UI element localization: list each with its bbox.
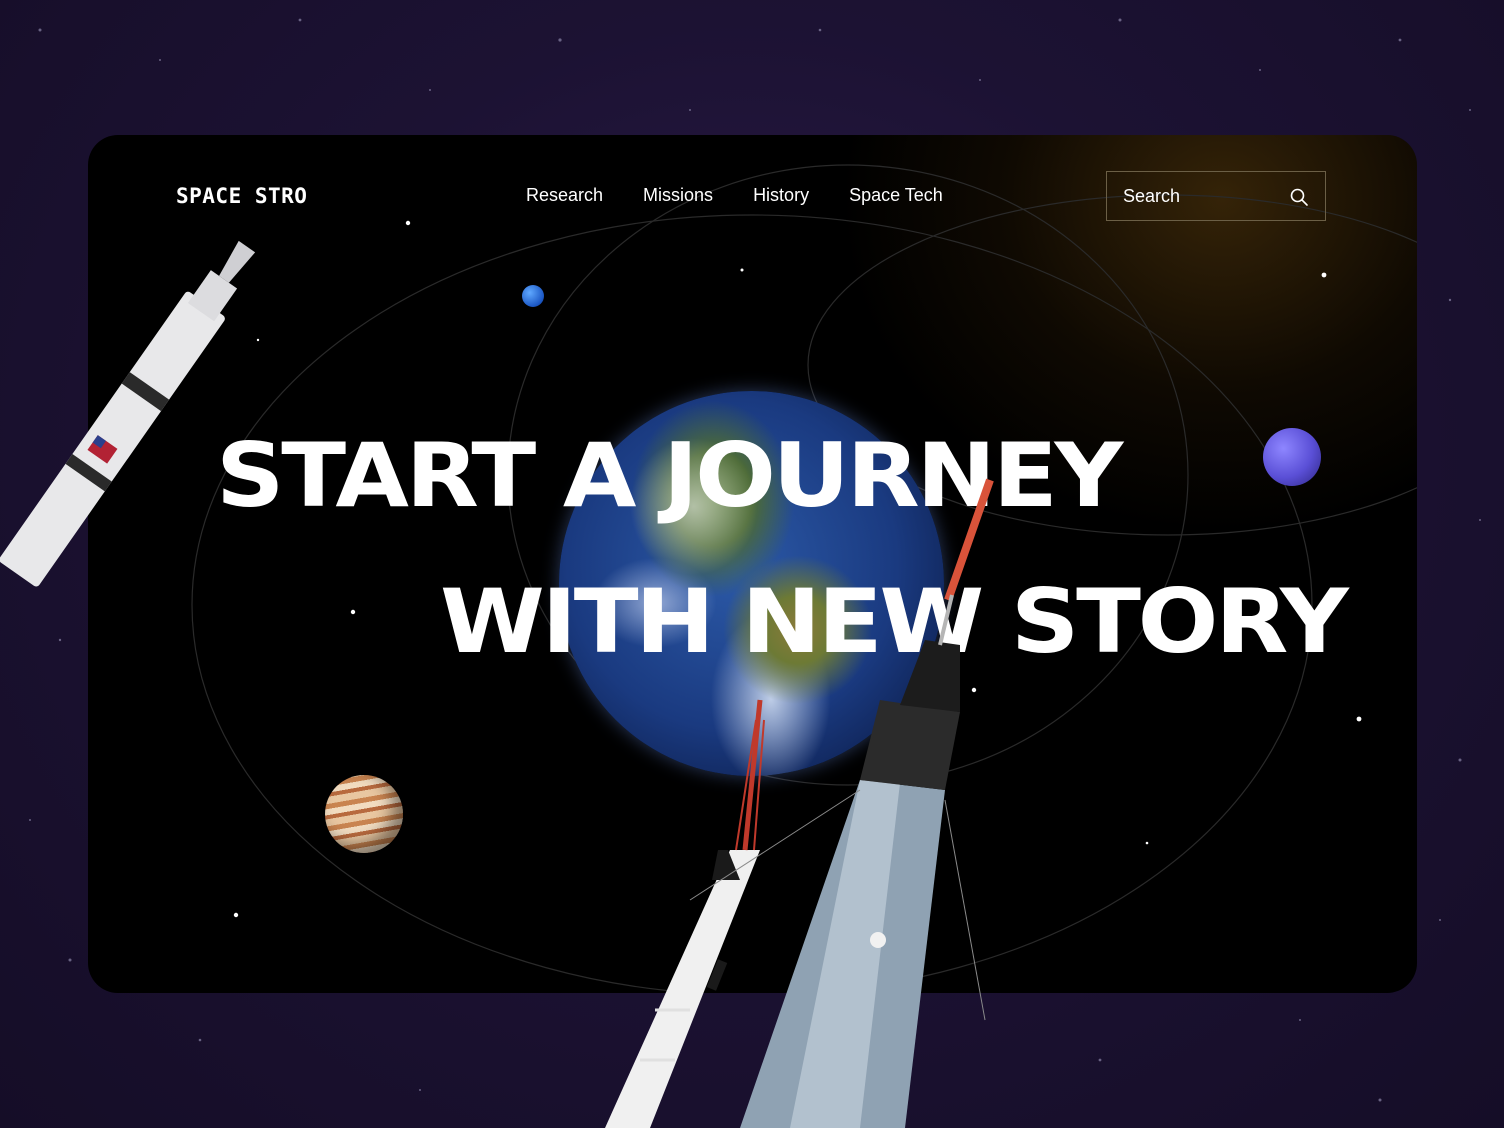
nav-item-research[interactable]: Research: [526, 185, 603, 206]
nav-item-missions[interactable]: Missions: [643, 185, 713, 206]
search-box: [1106, 171, 1326, 221]
brand-logo[interactable]: SPACE STRO: [176, 184, 307, 208]
hero-card: SPACE STRO Research Missions History Spa…: [88, 135, 1417, 993]
nav-item-history[interactable]: History: [753, 185, 809, 206]
main-nav: Research Missions History Space Tech: [526, 185, 943, 206]
search-input[interactable]: [1121, 184, 1295, 208]
hero-headline-line1: START A JOURNEY: [216, 424, 1123, 527]
purple-planet: [1263, 428, 1321, 486]
nav-item-space-tech[interactable]: Space Tech: [849, 185, 943, 206]
search-icon[interactable]: [1289, 187, 1309, 207]
jupiter-planet: [325, 775, 403, 853]
neptune-small-planet: [522, 285, 544, 307]
hero-headline-line2: WITH NEW STORY: [440, 570, 1349, 673]
